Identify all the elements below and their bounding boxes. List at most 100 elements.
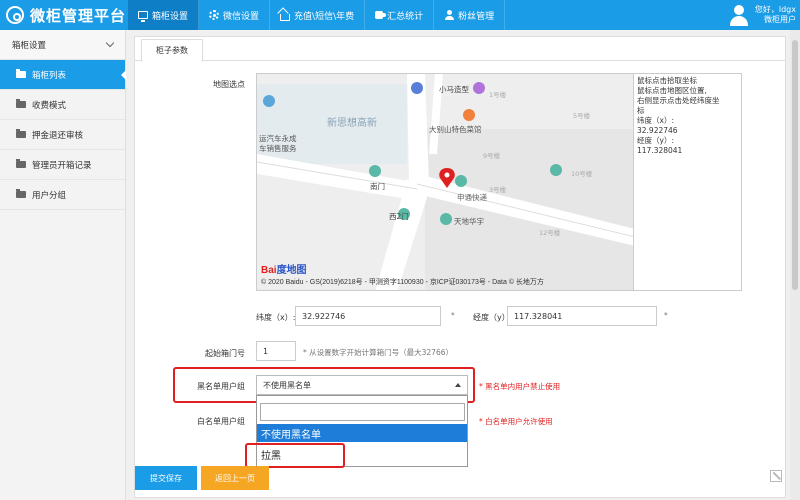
map-label-text: 1号楼 xyxy=(489,91,507,99)
map-lng-label: 经度（y）: xyxy=(637,136,674,145)
latitude-input[interactable]: 32.922746 xyxy=(295,306,441,326)
map-hint-line: 标 xyxy=(637,106,645,115)
start-number-label: 起始箱门号 xyxy=(205,349,245,358)
nav-label: 充值\短信\年费 xyxy=(294,11,355,22)
poi-icon xyxy=(550,164,562,176)
chevron-down-icon xyxy=(105,38,115,48)
app-title: 微柜管理平台 xyxy=(30,6,127,25)
nav-label: 微信设置 xyxy=(223,11,260,22)
tab-bar: 柜子参数 xyxy=(135,37,785,62)
folder-icon xyxy=(16,129,26,138)
map-label-text: 12号楼 xyxy=(539,229,561,237)
map-label-text: 大别山特色菜馆 xyxy=(429,125,482,134)
save-button[interactable]: 提交保存 xyxy=(135,466,197,490)
map-label-text: 车销售服务 xyxy=(259,144,297,153)
dropdown-search-input[interactable] xyxy=(260,403,465,421)
whitelist-hint: * 白名单用户允许使用 xyxy=(479,417,553,426)
back-button[interactable]: 返回上一页 xyxy=(201,466,269,490)
longitude-input[interactable]: 117.328041 xyxy=(507,306,657,326)
top-bar: 微柜管理平台 箱柜设置 微信设置 充值\短信\年费 汇总统计 粉丝管理 您好，l… xyxy=(0,0,800,30)
user-greeting: 您好，ldgx xyxy=(754,5,796,14)
sidebar: 箱柜设置 箱柜列表 收费模式 押金退还审核 管理员开箱记录 用户分组 xyxy=(0,30,126,500)
dropdown-option[interactable]: 不使用黑名单 xyxy=(257,424,467,442)
map-hint-line: 右侧显示点击处经纬度坐 xyxy=(637,96,720,105)
map-copyright: © 2020 Baidu - GS(2019)6218号 - 甲测资字11009… xyxy=(261,279,544,286)
sidebar-header[interactable]: 箱柜设置 xyxy=(0,30,125,60)
parking-icon xyxy=(411,82,423,94)
poi-icon xyxy=(455,175,467,187)
whitelist-label: 白名单用户组 xyxy=(197,417,245,426)
sidebar-item-cabinet-list[interactable]: 箱柜列表 xyxy=(0,60,126,90)
tab-cabinet-params[interactable]: 柜子参数 xyxy=(141,39,203,62)
highlight-box xyxy=(245,443,345,468)
main-panel: 柜子参数 地图选点 小马造型 大别山特色菜馆 新思想高新 运汽车永成 车销售服务… xyxy=(134,36,786,498)
nav-label: 粉丝管理 xyxy=(458,11,495,22)
map-coordinate-panel: 鼠标点击拾取坐标 鼠标点击地图区位置, 右侧显示点击处经纬度坐 标 纬度（x）:… xyxy=(634,73,742,291)
map-label-text: 小马造型 xyxy=(439,85,469,94)
map-label-text: 新思想高新 xyxy=(327,118,377,129)
sidebar-item-label: 管理员开箱记录 xyxy=(32,160,92,171)
user-info: 您好，ldgx 微柜用户 xyxy=(755,5,796,25)
app-logo[interactable]: 微柜管理平台 xyxy=(6,5,126,25)
nav-statistics[interactable]: 汇总统计 xyxy=(365,0,435,30)
scrollbar[interactable] xyxy=(790,30,800,500)
map-label-text: 申通快递 xyxy=(457,193,487,202)
longitude-required-mark: * xyxy=(664,311,668,320)
scrollbar-thumb[interactable] xyxy=(792,40,798,290)
map-label-text: 天地华宇 xyxy=(454,217,484,226)
user-menu[interactable]: 您好，ldgx 微柜用户 xyxy=(729,2,796,28)
map-hint-line: 鼠标点击拾取坐标 xyxy=(637,76,697,85)
nav-label: 箱柜设置 xyxy=(152,11,189,22)
sidebar-header-label: 箱柜设置 xyxy=(12,40,47,51)
poi-icon xyxy=(440,213,452,225)
food-icon xyxy=(463,109,475,121)
map-label-text: 西2门 xyxy=(389,212,409,221)
shop-icon xyxy=(473,82,485,94)
nav-fans[interactable]: 粉丝管理 xyxy=(434,0,506,30)
user-role: 微柜用户 xyxy=(764,15,796,24)
folder-icon xyxy=(16,69,26,78)
nav-wechat-settings[interactable]: 微信设置 xyxy=(199,0,271,30)
baidu-logo: Bai度地图 xyxy=(261,265,307,276)
bus-icon xyxy=(263,95,275,107)
nav-recharge[interactable]: 充值\短信\年费 xyxy=(270,0,366,30)
start-number-hint: * 从设置数字开始计算箱门号（最大32766） xyxy=(303,348,453,357)
map-label-text: 3号楼 xyxy=(489,186,507,194)
sidebar-item-label: 收费模式 xyxy=(32,100,67,111)
sidebar-item-user-groups[interactable]: 用户分组 xyxy=(0,180,125,210)
sidebar-item-label: 箱柜列表 xyxy=(32,70,67,81)
puzzle-icon xyxy=(375,11,387,19)
map-lng-value: 117.328041 xyxy=(637,146,683,155)
sidebar-item-label: 用户分组 xyxy=(32,190,67,201)
map-lat-value: 32.922746 xyxy=(637,126,678,135)
map-lat-label: 纬度（x）: xyxy=(637,116,674,125)
map-canvas xyxy=(257,74,633,290)
user-icon xyxy=(444,10,455,20)
monitor-icon xyxy=(138,11,148,22)
poi-icon xyxy=(369,165,381,177)
logo-icon xyxy=(6,6,24,24)
sidebar-item-admin-records[interactable]: 管理员开箱记录 xyxy=(0,150,125,180)
folder-icon xyxy=(16,159,26,168)
start-number-input[interactable]: 1 xyxy=(256,341,296,361)
map-hint-line: 鼠标点击地图区位置, xyxy=(637,86,707,95)
map-label-text: 10号楼 xyxy=(571,170,593,178)
house-icon xyxy=(280,13,291,21)
map-picker[interactable]: 小马造型 大别山特色菜馆 新思想高新 运汽车永成 车销售服务 南门 申通快递 西… xyxy=(256,73,634,291)
map-label-text: 南门 xyxy=(370,182,385,191)
main-nav: 箱柜设置 微信设置 充值\短信\年费 汇总统计 粉丝管理 xyxy=(128,0,506,30)
map-label-text: 9号楼 xyxy=(483,152,501,160)
sidebar-item-charge-mode[interactable]: 收费模式 xyxy=(0,90,125,120)
avatar-icon xyxy=(729,4,749,26)
map-label: 地图选点 xyxy=(213,80,245,89)
blacklist-hint: * 黑名单内用户禁止使用 xyxy=(479,382,561,391)
sidebar-item-deposit-review[interactable]: 押金退还审核 xyxy=(0,120,125,150)
nav-label: 汇总统计 xyxy=(387,11,424,22)
folder-icon xyxy=(16,189,26,198)
sidebar-item-label: 押金退还审核 xyxy=(32,130,84,141)
latitude-required-mark: * xyxy=(451,311,455,320)
gear-icon xyxy=(209,10,220,20)
nav-cabinet-settings[interactable]: 箱柜设置 xyxy=(128,0,200,30)
folder-icon xyxy=(16,99,26,108)
resize-icon[interactable] xyxy=(770,470,782,482)
